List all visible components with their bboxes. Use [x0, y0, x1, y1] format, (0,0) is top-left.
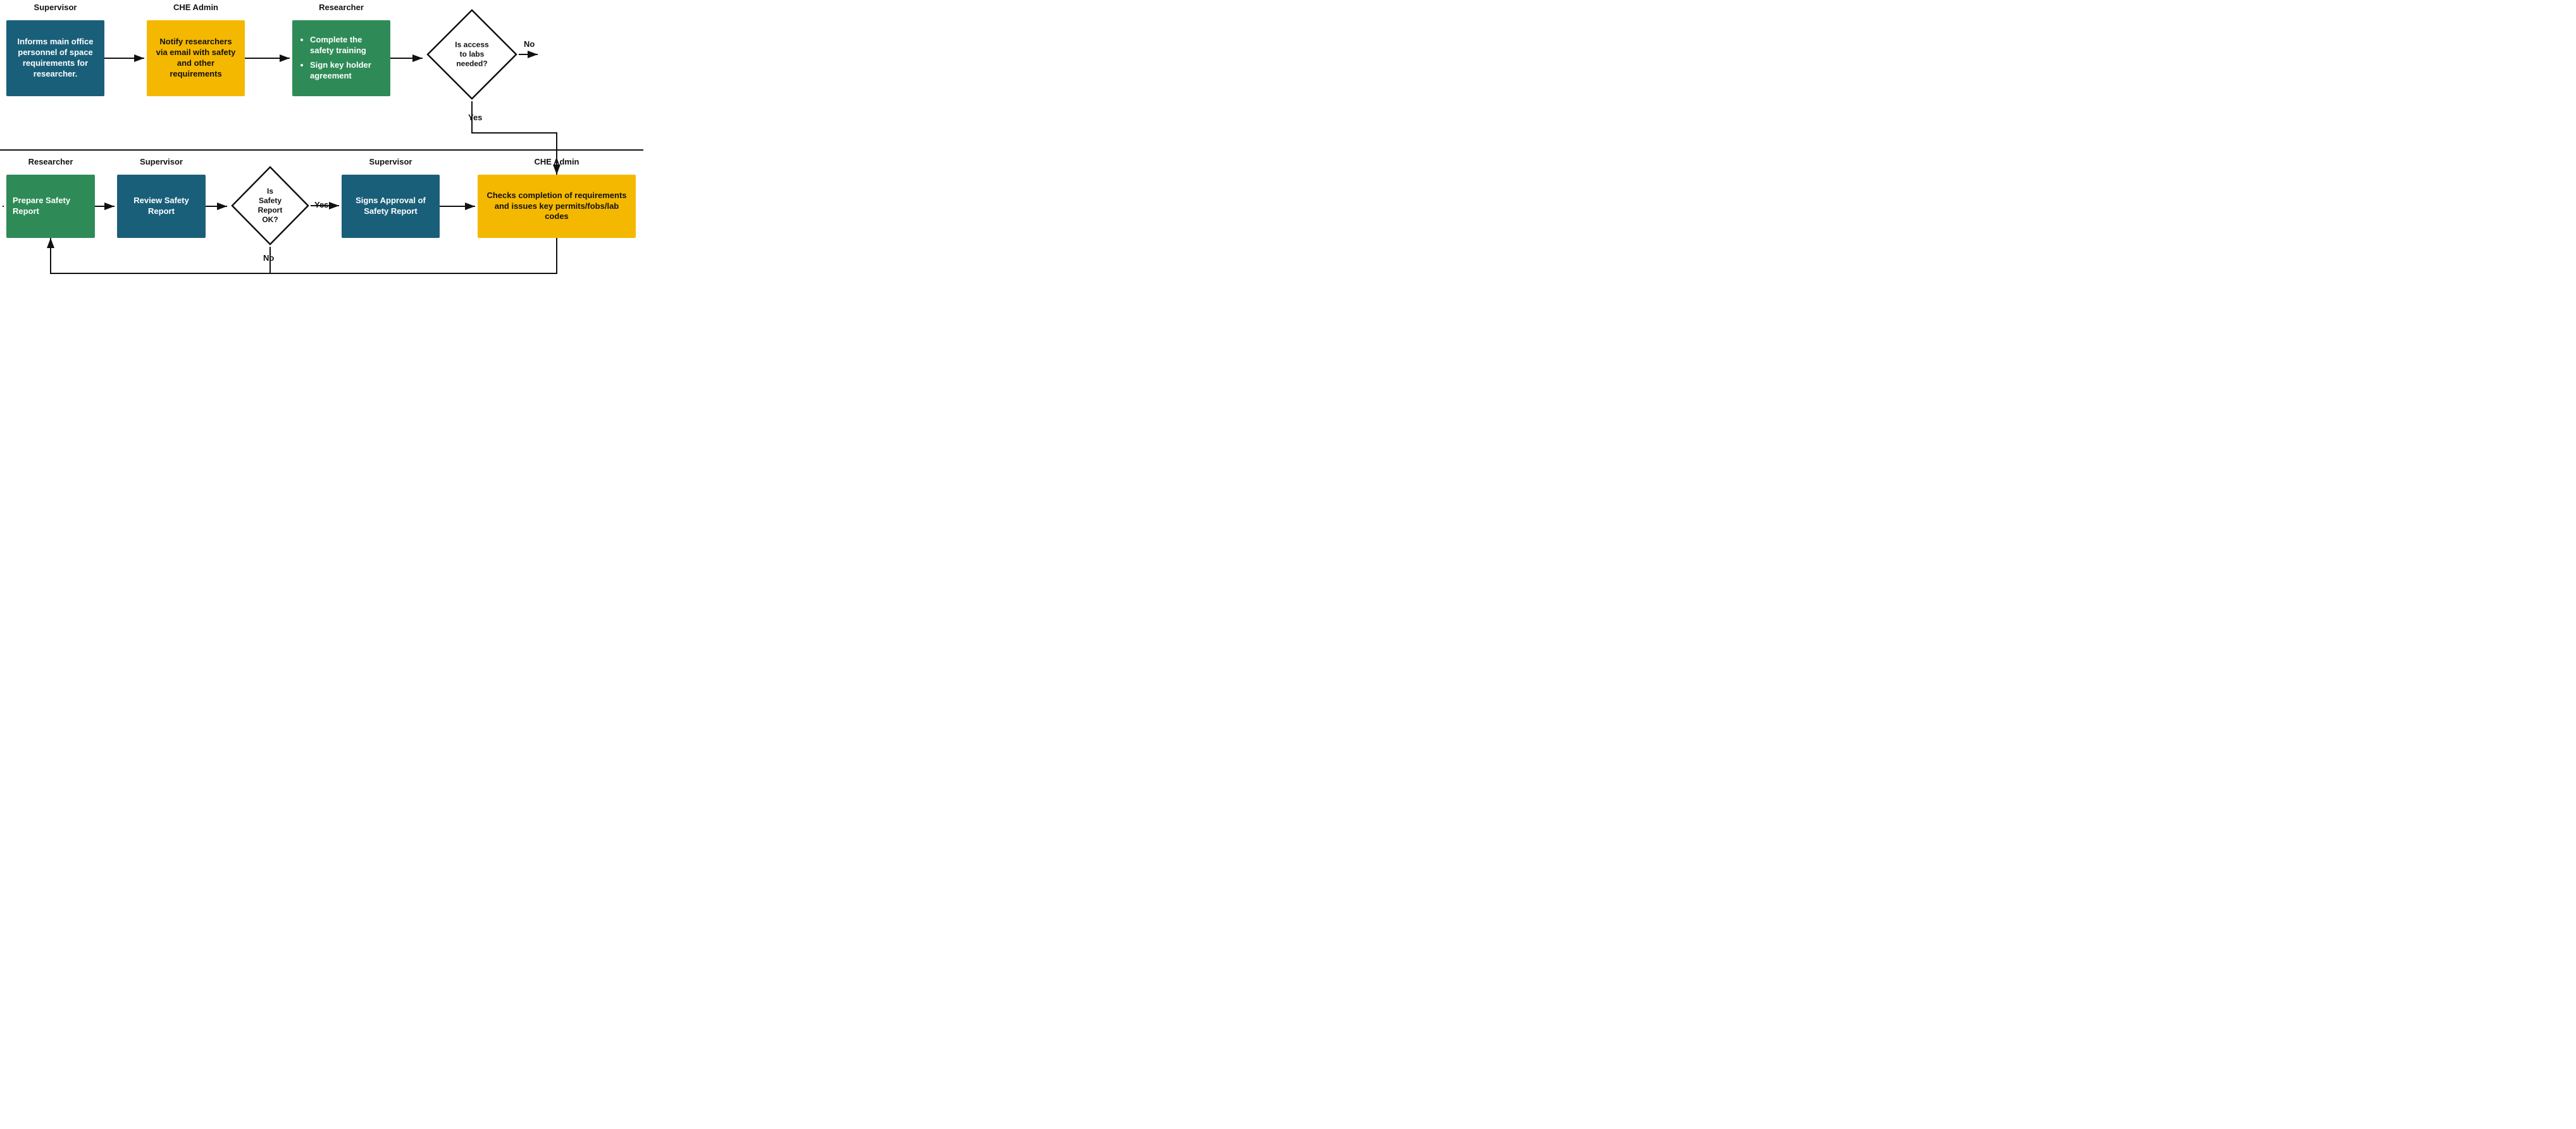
role-supervisor-3: Supervisor: [342, 157, 440, 166]
box-cheadmin-2-text: Checks completion of requirements and is…: [484, 190, 629, 223]
box-researcher-1: Complete the safety training Sign key ho…: [292, 20, 390, 96]
diamond-safety: IsSafetyReportOK?: [230, 165, 311, 247]
box-cheadmin-1-text: Notify researchers via email with safety…: [153, 37, 238, 80]
diamond-safety-text: IsSafetyReportOK?: [258, 187, 283, 225]
role-researcher-2: Researcher: [6, 157, 95, 166]
role-researcher-1: Researcher: [292, 3, 390, 12]
diamond-access-no: No: [524, 39, 535, 49]
role-supervisor-2: Supervisor: [117, 157, 206, 166]
box-researcher-2-text: Prepare Safety Report: [13, 196, 89, 217]
section-divider: [0, 149, 643, 151]
researcher-bullets: Complete the safety training Sign key ho…: [300, 35, 383, 82]
box-supervisor-1: Informs main office personnel of space r…: [6, 20, 104, 96]
box-supervisor-3-text: Signs Approval of Safety Report: [348, 196, 433, 217]
diamond-access: Is accessto labsneeded?: [425, 8, 519, 101]
flowchart: Supervisor CHE Admin Researcher Informs …: [0, 0, 643, 282]
diamond-access-text: Is accessto labsneeded?: [455, 41, 488, 69]
box-supervisor-2: Review Safety Report: [117, 175, 206, 238]
role-cheadmin-1: CHE Admin: [147, 3, 245, 12]
diamond-access-yes: Yes: [468, 113, 482, 122]
bullet-2: Sign key holder agreement: [310, 60, 383, 82]
box-supervisor-3: Signs Approval of Safety Report: [342, 175, 440, 238]
box-supervisor-1-text: Informs main office personnel of space r…: [13, 37, 98, 80]
box-researcher-2: Prepare Safety Report: [6, 175, 95, 238]
role-cheadmin-2: CHE Admin: [478, 157, 636, 166]
diamond-safety-yes: Yes: [314, 200, 328, 209]
role-supervisor-1: Supervisor: [6, 3, 104, 12]
box-cheadmin-2: Checks completion of requirements and is…: [478, 175, 636, 238]
box-cheadmin-1: Notify researchers via email with safety…: [147, 20, 245, 96]
box-supervisor-2-text: Review Safety Report: [123, 196, 199, 217]
diamond-safety-no: No: [263, 253, 274, 263]
bullet-1: Complete the safety training: [310, 35, 383, 56]
